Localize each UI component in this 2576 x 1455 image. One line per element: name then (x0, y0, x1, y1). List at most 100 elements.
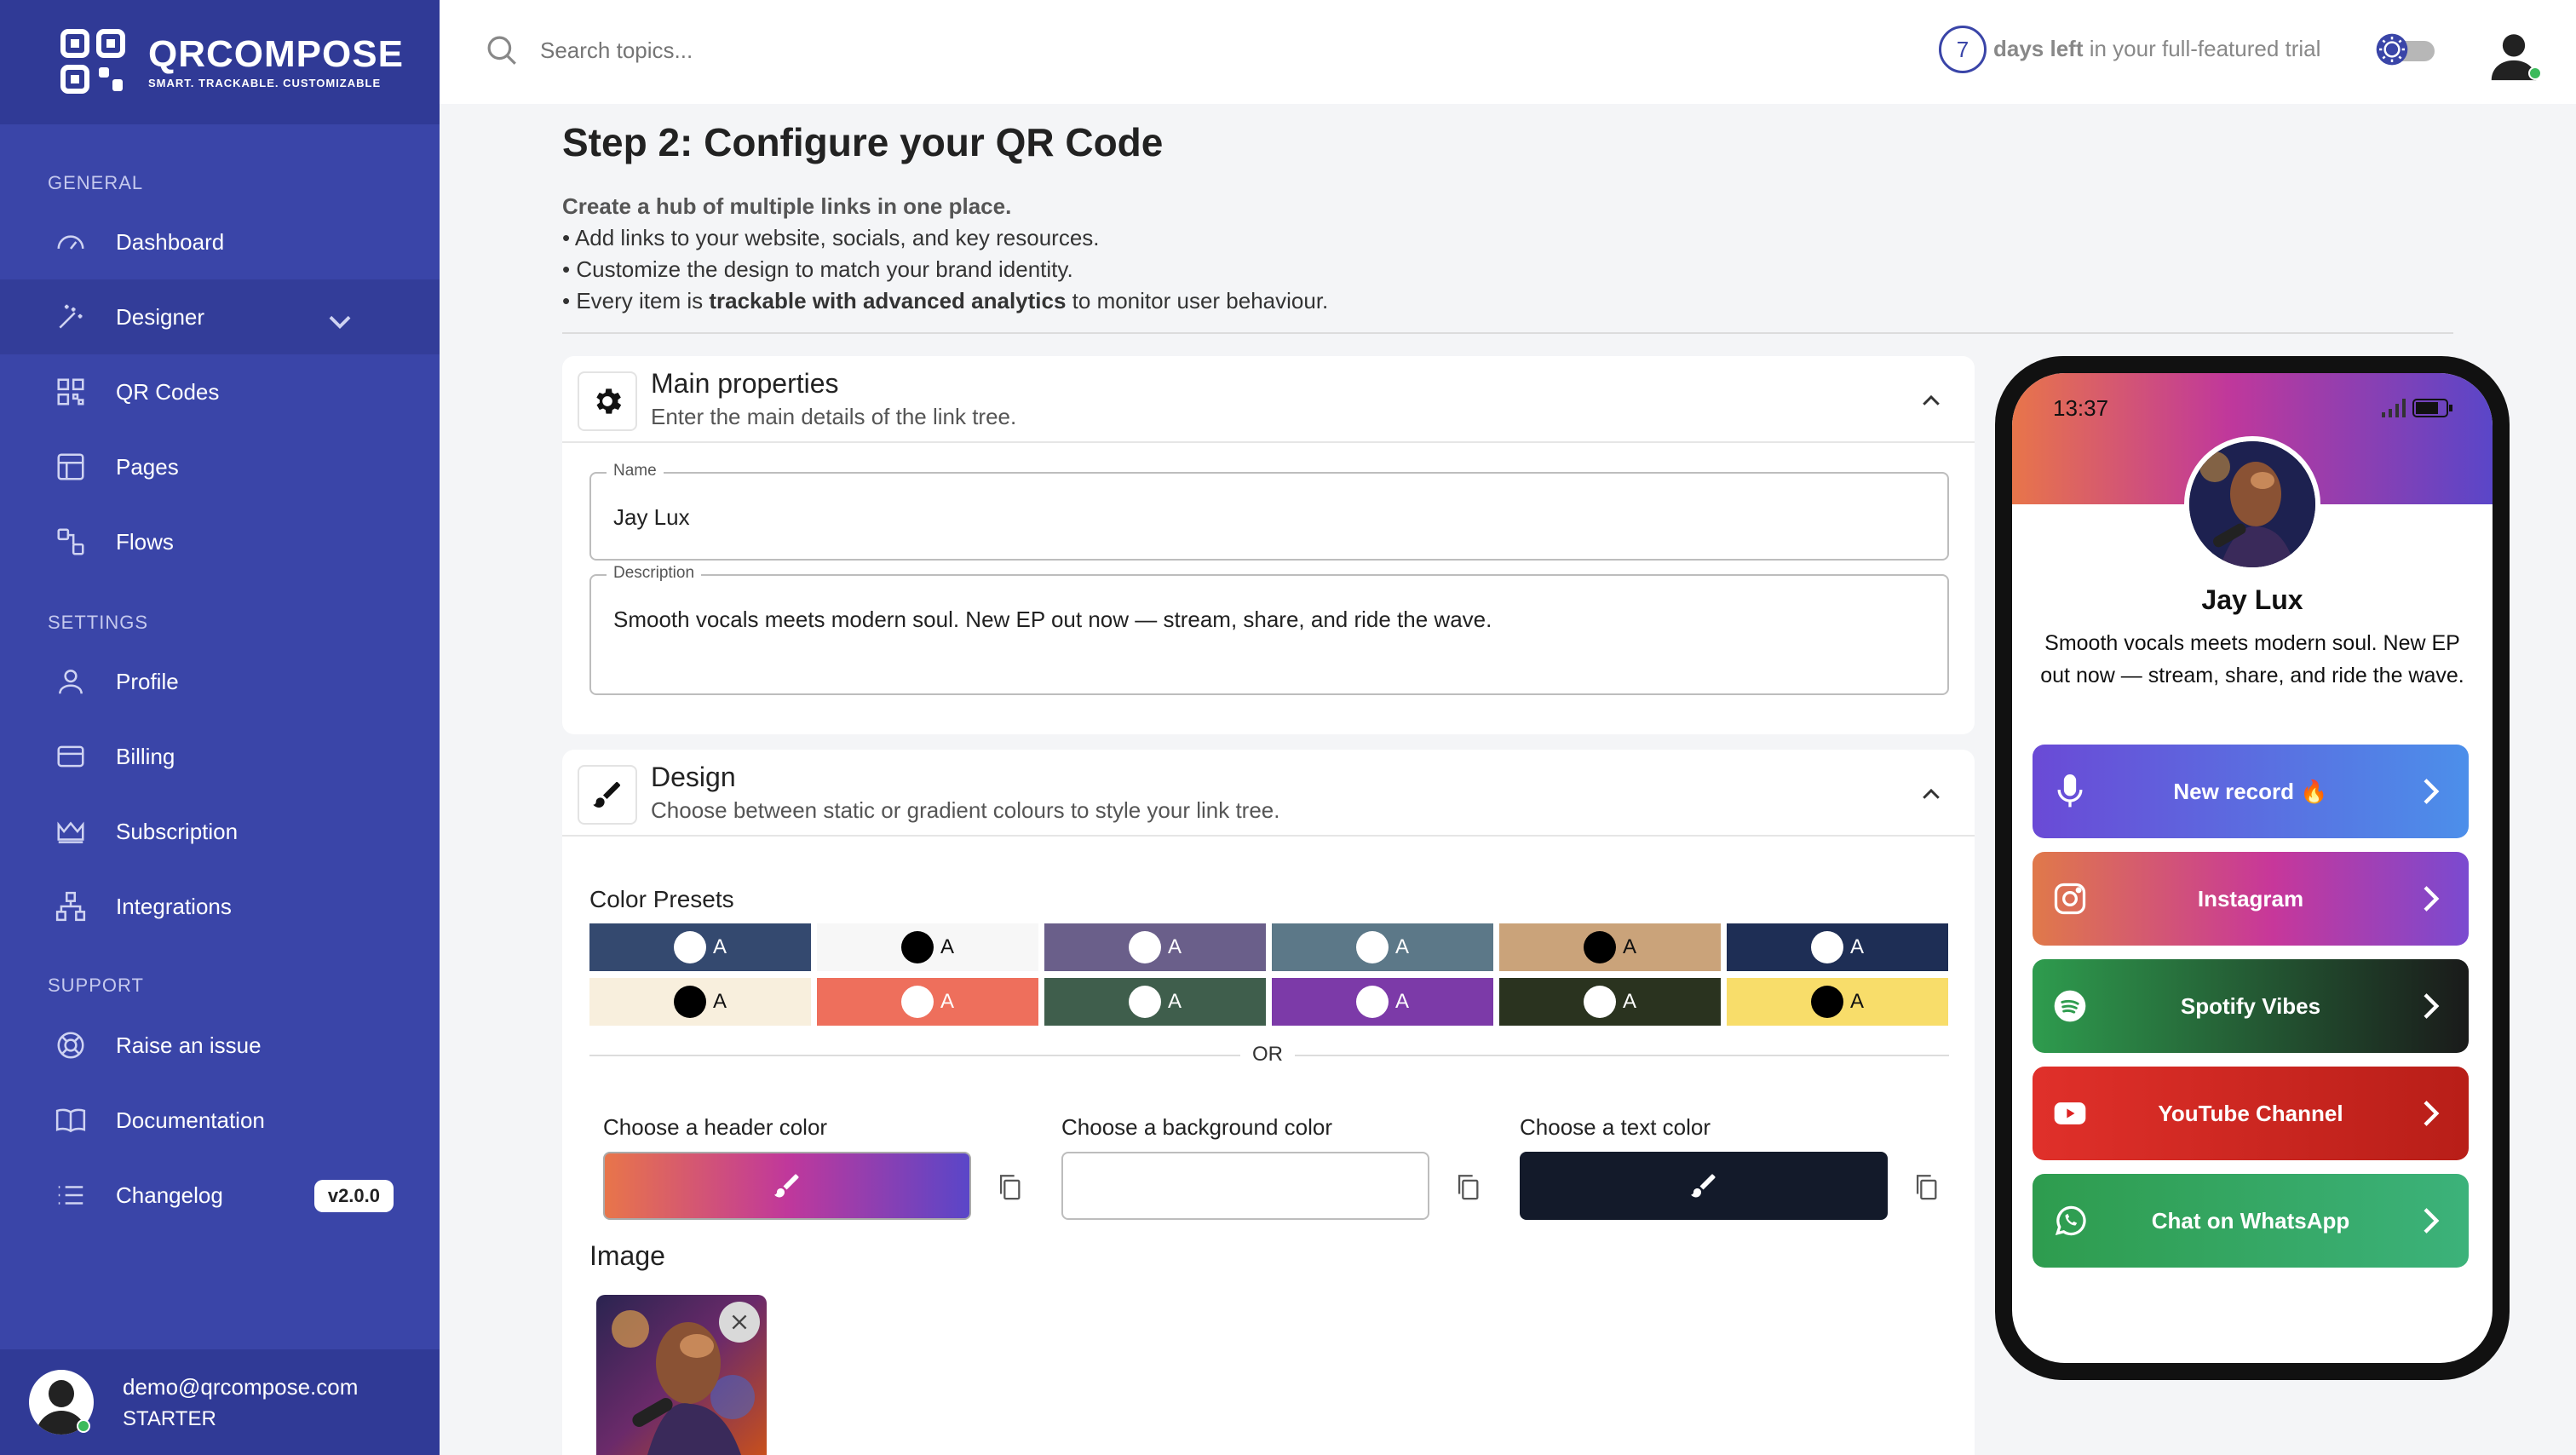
text-color-picker[interactable] (1520, 1152, 1888, 1220)
color-preset-swatch[interactable]: A (1499, 978, 1721, 1026)
sidebar-item-billing[interactable]: Billing (0, 719, 440, 794)
phone-screen: 13:37 Jay Lux Smooth vocals meets modern… (2012, 373, 2493, 1363)
sidebar-item-subscription[interactable]: Subscription (0, 794, 440, 869)
trial-days-circle: 7 (1939, 26, 1987, 73)
color-preset-swatch[interactable]: A (589, 978, 811, 1026)
color-preset-swatch[interactable]: A (1727, 978, 1948, 1026)
name-field[interactable]: Name Jay Lux (589, 462, 1949, 561)
color-preset-swatch[interactable]: A (817, 978, 1038, 1026)
preset-dot (900, 931, 934, 963)
preview-description: Smooth vocals meets modern soul. New EP … (2040, 631, 2464, 687)
instagram-icon (2054, 883, 2086, 915)
search-input[interactable] (540, 31, 1136, 70)
color-preset-swatch[interactable]: A (1044, 923, 1266, 971)
link-button-youtube[interactable]: YouTube Channel (2033, 1067, 2469, 1160)
remove-image-button[interactable] (719, 1302, 760, 1343)
main-properties-card: Main properties Enter the main details o… (562, 356, 1975, 734)
sidebar: QRCOMPOSE SMART. TRACKABLE. CUSTOMIZABLE… (0, 0, 440, 1455)
preset-dot (1355, 931, 1389, 963)
chevron-up-icon[interactable] (1918, 782, 1944, 808)
link-button-spotify[interactable]: Spotify Vibes (2033, 959, 2469, 1053)
or-separator: OR (1240, 1043, 1295, 1067)
description-field[interactable]: Description Smooth vocals meets modern s… (589, 564, 1949, 695)
color-preset-swatch[interactable]: A (1499, 923, 1721, 971)
qr-logo-icon (60, 29, 125, 94)
preset-dot (673, 986, 706, 1018)
sidebar-item-flows[interactable]: Flows (0, 504, 440, 579)
color-preset-swatch[interactable]: A (817, 923, 1038, 971)
sidebar-item-label: Billing (116, 743, 175, 769)
bullet-text: to monitor user behaviour. (1066, 288, 1329, 313)
preset-letter: A (1849, 935, 1864, 958)
sidebar-item-pages[interactable]: Pages (0, 429, 440, 504)
bullet-text: Add links to your website, socials, and … (574, 225, 1100, 250)
sidebar-item-label: Subscription (116, 818, 239, 844)
divider (562, 332, 2453, 334)
color-preset-swatch[interactable]: A (1044, 978, 1266, 1026)
link-label: New record 🔥 (2173, 778, 2328, 804)
design-header[interactable]: Design Choose between static or gradient… (562, 750, 1975, 837)
preset-letter: A (1622, 990, 1636, 1013)
copy-icon[interactable] (995, 1170, 1024, 1203)
sidebar-item-label: Changelog (116, 1182, 223, 1208)
sidebar-item-integrations[interactable]: Integrations (0, 869, 440, 944)
app-logo[interactable]: QRCOMPOSE SMART. TRACKABLE. CUSTOMIZABLE (0, 0, 440, 124)
credit-card-icon (57, 745, 84, 768)
avatar (29, 1370, 94, 1435)
phone-preview: 13:37 Jay Lux Smooth vocals meets modern… (1995, 356, 2510, 1380)
preset-dot (1810, 931, 1843, 963)
uploaded-image-thumbnail[interactable] (596, 1295, 767, 1455)
color-preset-swatch[interactable]: A (1272, 978, 1493, 1026)
link-label: Spotify Vibes (2180, 992, 2321, 1019)
theme-toggle[interactable] (2375, 32, 2435, 66)
copy-icon[interactable] (1453, 1170, 1482, 1203)
close-icon (732, 1314, 747, 1330)
field-label: Description (607, 564, 702, 583)
sidebar-item-label: Raise an issue (116, 1032, 262, 1058)
sidebar-item-dashboard[interactable]: Dashboard (0, 204, 440, 279)
sidebar-item-raise-issue[interactable]: Raise an issue (0, 1008, 440, 1083)
card-subtitle: Choose between static or gradient colour… (651, 797, 1280, 823)
link-button-whatsapp[interactable]: Chat on WhatsApp (2033, 1174, 2469, 1268)
header-color-picker[interactable] (603, 1152, 971, 1220)
card-subtitle: Enter the main details of the link tree. (651, 404, 1017, 429)
gauge-icon (57, 235, 84, 250)
sidebar-item-documentation[interactable]: Documentation (0, 1083, 440, 1158)
card-title: Design (651, 762, 736, 792)
preset-dot (1810, 986, 1843, 1018)
chevron-right-icon (2424, 886, 2440, 912)
user-menu-button[interactable] (2484, 26, 2544, 85)
sidebar-item-designer[interactable]: Designer (0, 279, 440, 354)
background-color-picker[interactable] (1061, 1152, 1429, 1220)
design-card: Design Choose between static or gradient… (562, 750, 1975, 1455)
color-preset-swatch[interactable]: A (1727, 923, 1948, 971)
color-preset-swatch[interactable]: A (1272, 923, 1493, 971)
chevron-down-icon[interactable] (324, 305, 356, 337)
sidebar-item-label: Profile (116, 668, 179, 694)
preset-dot (673, 931, 706, 963)
sidebar-item-label: Designer (116, 303, 205, 330)
color-preset-swatch[interactable]: A (589, 923, 811, 971)
copy-icon[interactable] (1912, 1170, 1941, 1203)
hierarchy-icon (55, 891, 86, 922)
sidebar-item-changelog[interactable]: Changelog v2.0.0 (0, 1158, 440, 1233)
page-intro: Create a hub of multiple links in one pl… (562, 191, 2453, 317)
main-properties-header[interactable]: Main properties Enter the main details o… (562, 356, 1975, 443)
chevron-right-icon (2424, 1208, 2440, 1234)
sidebar-item-label: QR Codes (116, 378, 220, 405)
user-footer[interactable]: demo@qrcompose.com STARTER (0, 1349, 440, 1455)
link-button-instagram[interactable]: Instagram (2033, 852, 2469, 946)
trial-text: days left in your full-featured trial (1993, 36, 2320, 62)
chevron-up-icon[interactable] (1918, 388, 1944, 414)
signal-icon (2382, 399, 2406, 417)
microphone-icon (2057, 774, 2083, 808)
sidebar-item-profile[interactable]: Profile (0, 644, 440, 719)
crown-icon (57, 821, 84, 843)
intro-bullet: • Add links to your website, socials, an… (562, 225, 1100, 250)
sidebar-item-qr-codes[interactable]: QR Codes (0, 354, 440, 429)
online-status-dot (2528, 66, 2542, 80)
link-button-new-record[interactable]: New record 🔥 (2033, 745, 2469, 838)
brush-icon (1691, 1174, 1716, 1198)
preset-letter: A (712, 990, 727, 1013)
spotify-icon (2054, 990, 2086, 1022)
